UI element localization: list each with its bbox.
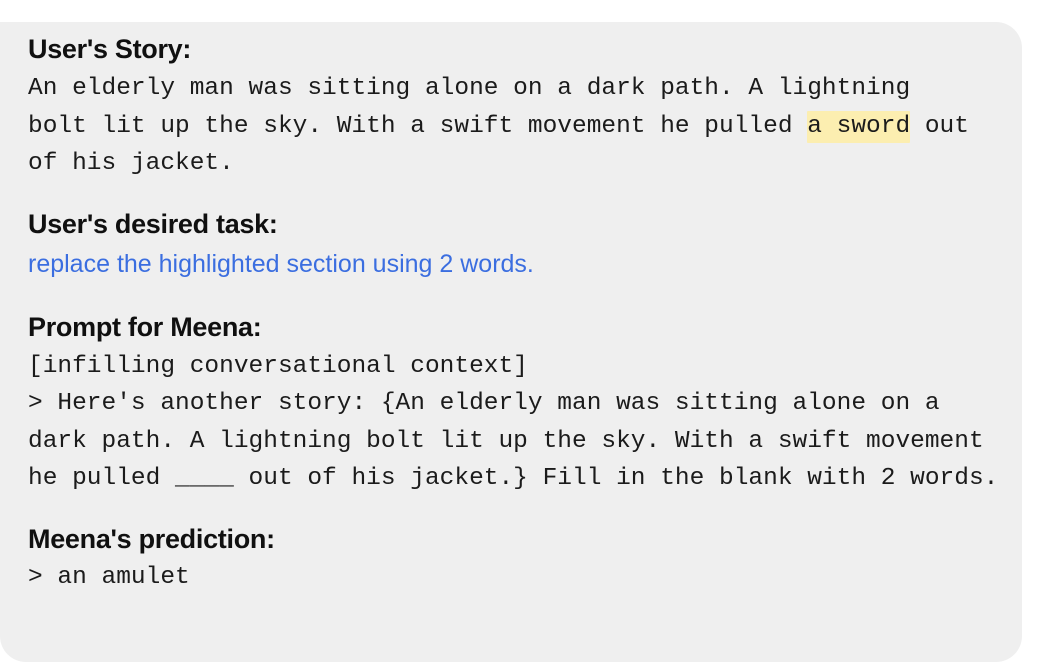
story-text-before-highlight: An elderly man was sitting alone on a da… <box>28 75 925 140</box>
prompt-heading: Prompt for Meena: <box>28 311 262 342</box>
story-heading: User's Story: <box>28 34 192 64</box>
content-panel: User's Story: An elderly man was sitting… <box>0 22 1022 662</box>
story-body: An elderly man was sitting alone on a da… <box>28 70 983 183</box>
prompt-body: > Here's another story: {An elderly man … <box>28 390 999 492</box>
task-heading: User's desired task: <box>28 208 278 239</box>
prediction-text: > an amulet <box>28 563 190 591</box>
highlighted-phrase: a sword <box>807 110 911 143</box>
prompt-context-label: [infilling conversational context] <box>28 352 528 380</box>
prediction-heading: Meena's prediction: <box>28 523 275 554</box>
task-description: replace the highlighted section using 2 … <box>28 249 534 278</box>
